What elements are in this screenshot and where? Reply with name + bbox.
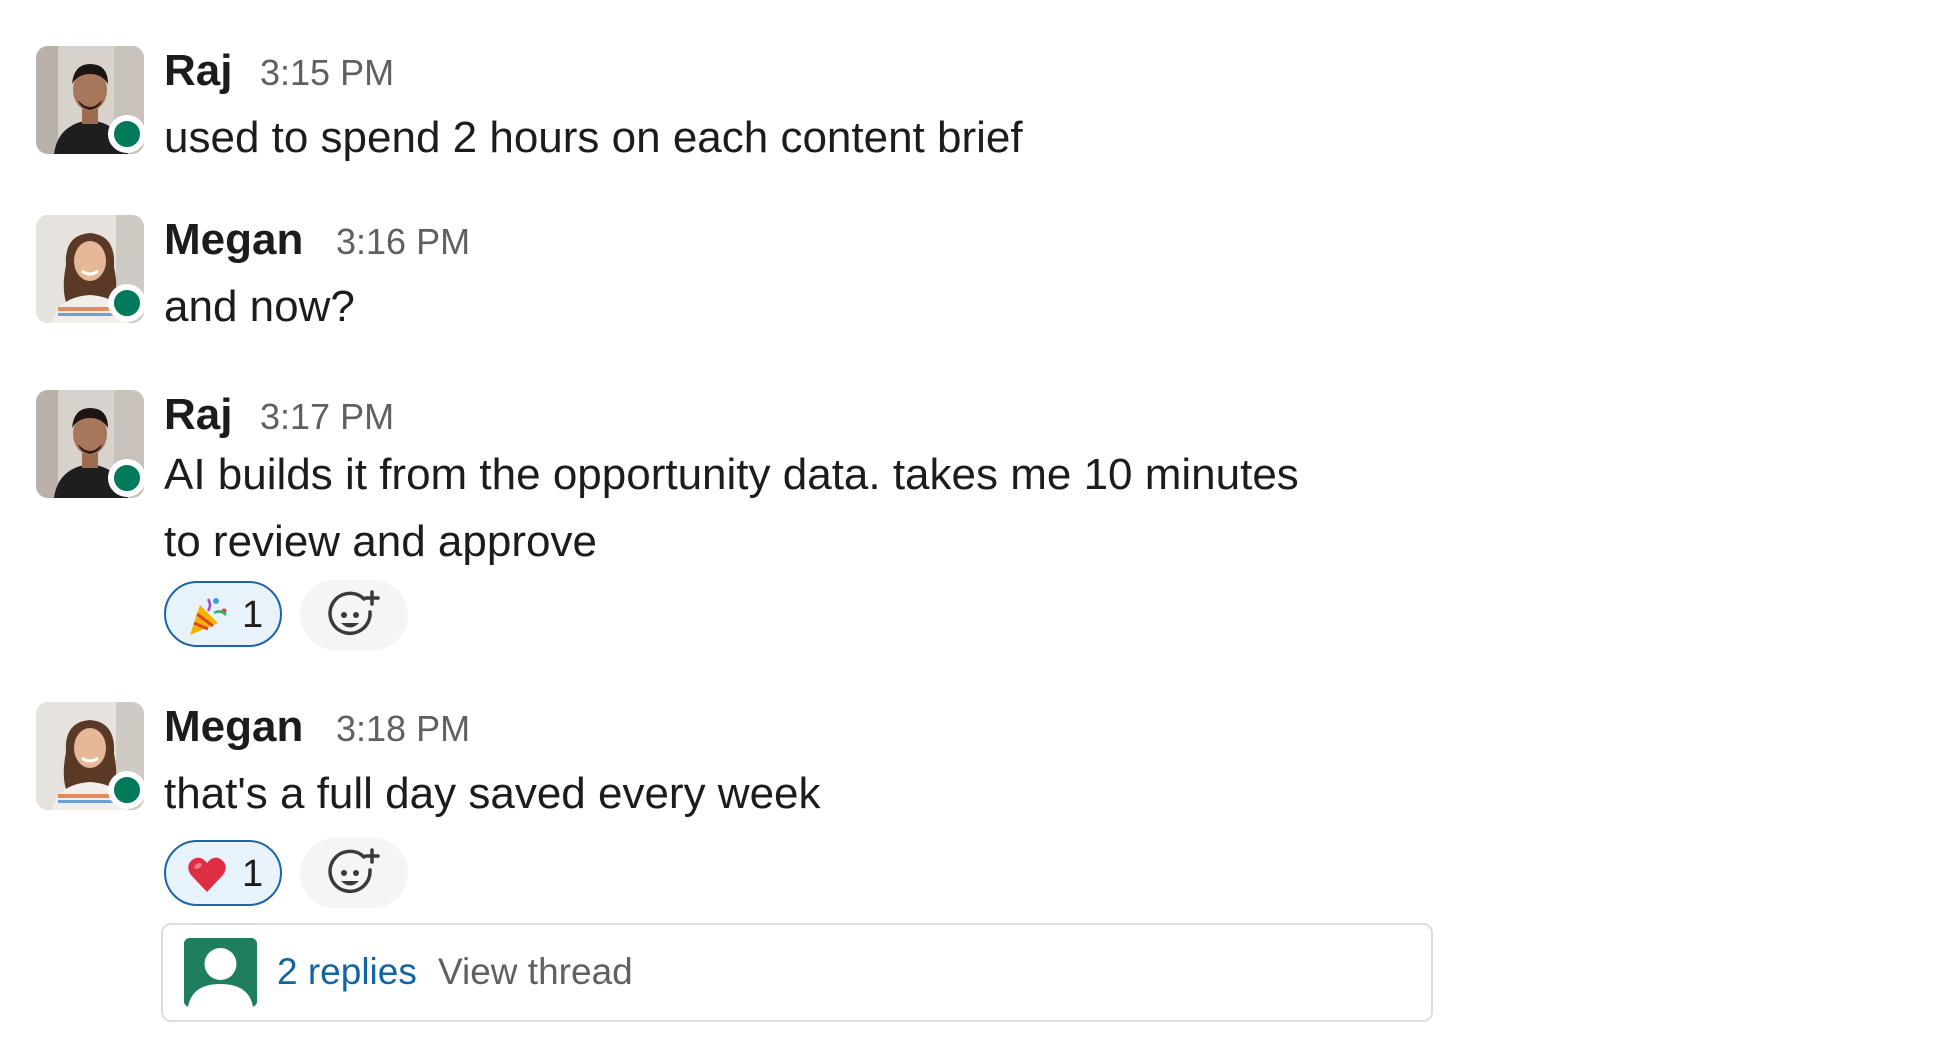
party-popper-emoji	[186, 595, 228, 637]
timestamp[interactable]: 3:16 PM	[336, 217, 470, 267]
reaction-count: 1	[242, 853, 264, 895]
message-text: used to spend 2 hours on each content br…	[164, 113, 1023, 162]
presence-indicator	[108, 771, 146, 809]
timestamp[interactable]: 3:17 PM	[260, 392, 394, 442]
add-reaction-icon	[328, 590, 380, 636]
add-reaction-icon	[328, 848, 380, 894]
presence-indicator	[108, 459, 146, 497]
author-name[interactable]: Raj	[164, 46, 232, 96]
add-reaction-button[interactable]	[300, 580, 408, 650]
thread-replies-link[interactable]: 2 replies	[277, 947, 417, 997]
message-text: and now?	[164, 282, 355, 331]
reaction-count: 1	[242, 594, 264, 636]
timestamp[interactable]: 3:15 PM	[260, 48, 394, 98]
timestamp[interactable]: 3:18 PM	[336, 704, 470, 754]
add-reaction-button[interactable]	[300, 838, 408, 908]
message-text-line: AI builds it from the opportunity data. …	[164, 450, 1299, 499]
author-name[interactable]: Megan	[164, 215, 303, 265]
message-text-line: to review and approve	[164, 517, 597, 566]
author-name[interactable]: Raj	[164, 390, 232, 440]
message-text: that's a full day saved every week	[164, 769, 821, 818]
view-thread-label[interactable]: View thread	[438, 947, 633, 997]
reaction-pill[interactable]: 1	[164, 581, 282, 647]
presence-indicator	[108, 284, 146, 322]
default-user-avatar-icon	[184, 938, 257, 1007]
thread-summary-bar[interactable]: 2 replies View thread	[161, 923, 1433, 1022]
reaction-pill[interactable]: 1	[164, 840, 282, 906]
author-name[interactable]: Megan	[164, 702, 303, 752]
presence-indicator	[108, 115, 146, 153]
red-heart-emoji	[186, 854, 228, 896]
